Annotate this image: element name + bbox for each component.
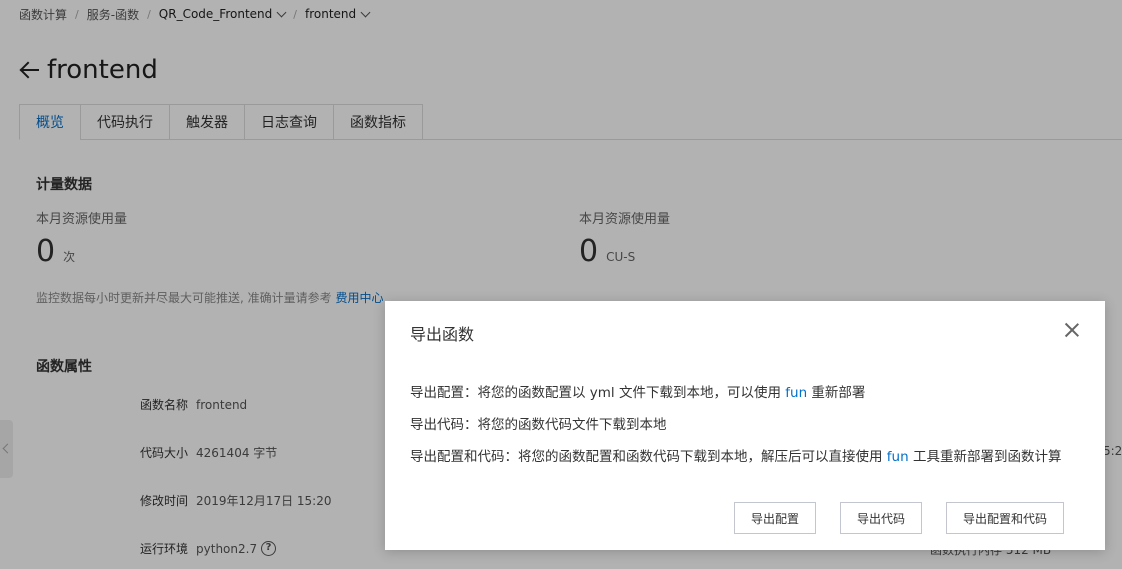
dialog-line-text: 工具重新部署到函数计算 <box>908 449 1062 465</box>
dialog-line-text: 导出配置：将您的函数配置以 yml 文件下载到本地，可以使用 <box>410 385 786 401</box>
dialog-line-export-config: 导出配置：将您的函数配置以 yml 文件下载到本地，可以使用 fun 重新部署 <box>410 381 865 401</box>
close-icon[interactable] <box>1062 320 1082 340</box>
export-function-dialog: 导出函数 导出配置：将您的函数配置以 yml 文件下载到本地，可以使用 fun … <box>385 301 1105 550</box>
dialog-line-export-code: 导出代码：将您的函数代码文件下载到本地 <box>410 413 667 433</box>
fun-link[interactable]: fun <box>887 449 909 465</box>
export-config-button[interactable]: 导出配置 <box>734 502 816 534</box>
dialog-line-text: 重新部署 <box>807 385 866 401</box>
export-code-button[interactable]: 导出代码 <box>840 502 922 534</box>
dialog-line-text: 导出代码：将您的函数代码文件下载到本地 <box>410 417 667 433</box>
dialog-title: 导出函数 <box>410 325 475 344</box>
dialog-line-text: 导出配置和代码：将您的函数配置和函数代码下载到本地，解压后可以直接使用 <box>410 449 887 465</box>
dialog-line-export-both: 导出配置和代码：将您的函数配置和函数代码下载到本地，解压后可以直接使用 fun … <box>410 445 1061 465</box>
fun-link[interactable]: fun <box>785 385 807 401</box>
export-config-and-code-button[interactable]: 导出配置和代码 <box>946 502 1064 534</box>
